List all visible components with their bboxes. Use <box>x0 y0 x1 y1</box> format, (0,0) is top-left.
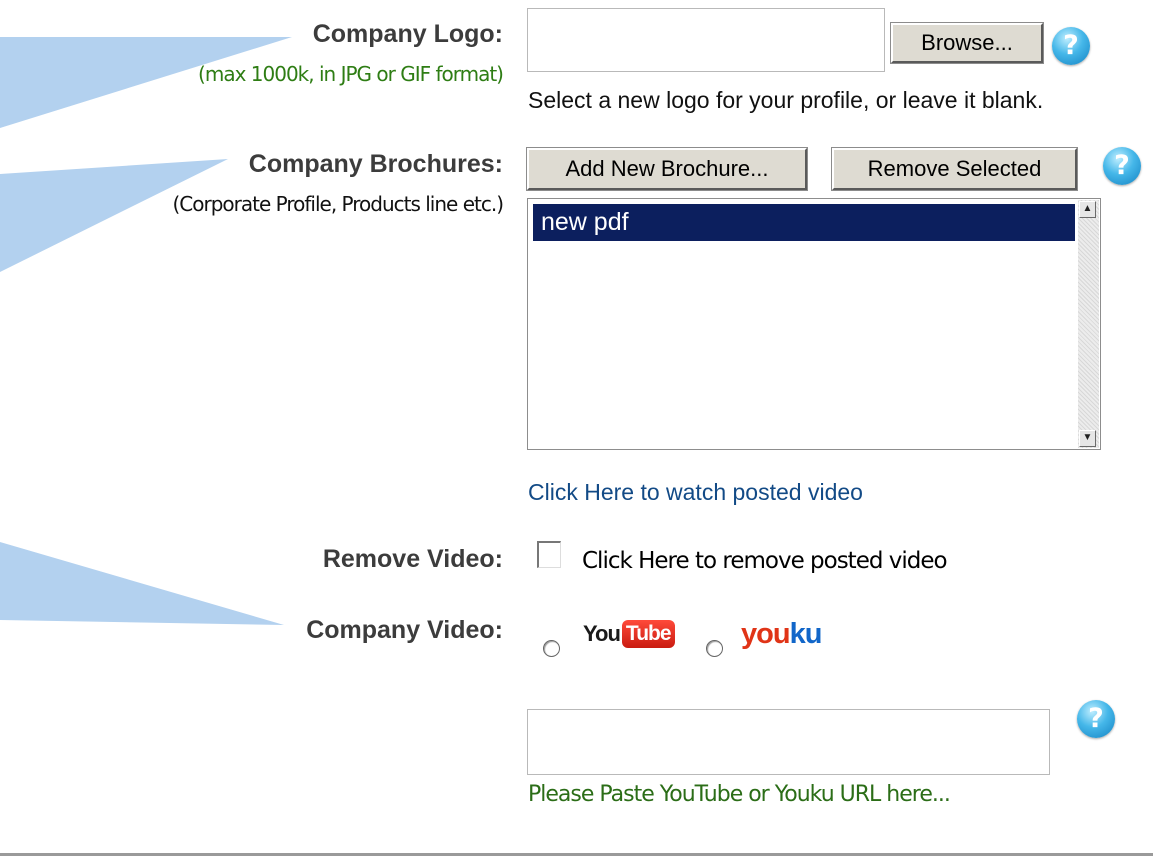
youtube-logo-you: You <box>583 621 621 646</box>
brochure-listbox[interactable]: new pdf ▲ ▼ <box>527 198 1101 450</box>
listbox-scrollbar[interactable]: ▲ ▼ <box>1078 200 1099 448</box>
video-url-note: Please Paste YouTube or Youku URL here..… <box>528 782 951 807</box>
company-video-label: Company Video: <box>306 616 503 644</box>
bottom-divider <box>0 853 1153 856</box>
youku-logo-icon: youku <box>741 618 823 651</box>
company-logo-sublabel: (max 1000k, in JPG or GIF format) <box>198 62 504 86</box>
youtube-logo-tube: Tube <box>621 620 675 648</box>
list-item[interactable]: new pdf <box>533 204 1075 241</box>
browse-button[interactable]: Browse... <box>890 22 1044 64</box>
scroll-down-icon[interactable]: ▼ <box>1079 430 1096 447</box>
video-url-input[interactable] <box>527 709 1050 775</box>
logo-file-input[interactable] <box>527 8 885 72</box>
company-logo-label: Company Logo: <box>312 20 503 48</box>
youku-logo-you: you <box>741 618 791 650</box>
remove-selected-button[interactable]: Remove Selected <box>831 147 1078 191</box>
callout-video <box>0 542 284 625</box>
profile-form: Company Logo: (max 1000k, in JPG or GIF … <box>0 0 1153 858</box>
add-new-brochure-button[interactable]: Add New Brochure... <box>526 147 808 191</box>
youtube-radio[interactable] <box>543 640 560 657</box>
remove-video-checkbox-label: Click Here to remove posted video <box>582 548 948 574</box>
company-brochures-sublabel: (Corporate Profile, Products line etc.) <box>172 192 504 216</box>
remove-video-checkbox[interactable] <box>537 541 561 568</box>
video-url-help-icon[interactable]: ? <box>1077 700 1115 738</box>
logo-help-icon[interactable]: ? <box>1052 27 1090 65</box>
watch-posted-video-link[interactable]: Click Here to watch posted video <box>528 479 863 506</box>
remove-video-label: Remove Video: <box>322 545 503 573</box>
youku-radio[interactable] <box>706 640 723 657</box>
youtube-logo-icon: You Tube <box>583 620 675 658</box>
logo-hint: Select a new logo for your profile, or l… <box>528 87 1044 113</box>
scroll-up-icon[interactable]: ▲ <box>1079 201 1096 218</box>
company-brochures-label: Company Brochures: <box>248 150 503 178</box>
brochures-help-icon[interactable]: ? <box>1103 147 1141 185</box>
youku-logo-ku: ku <box>789 618 823 650</box>
